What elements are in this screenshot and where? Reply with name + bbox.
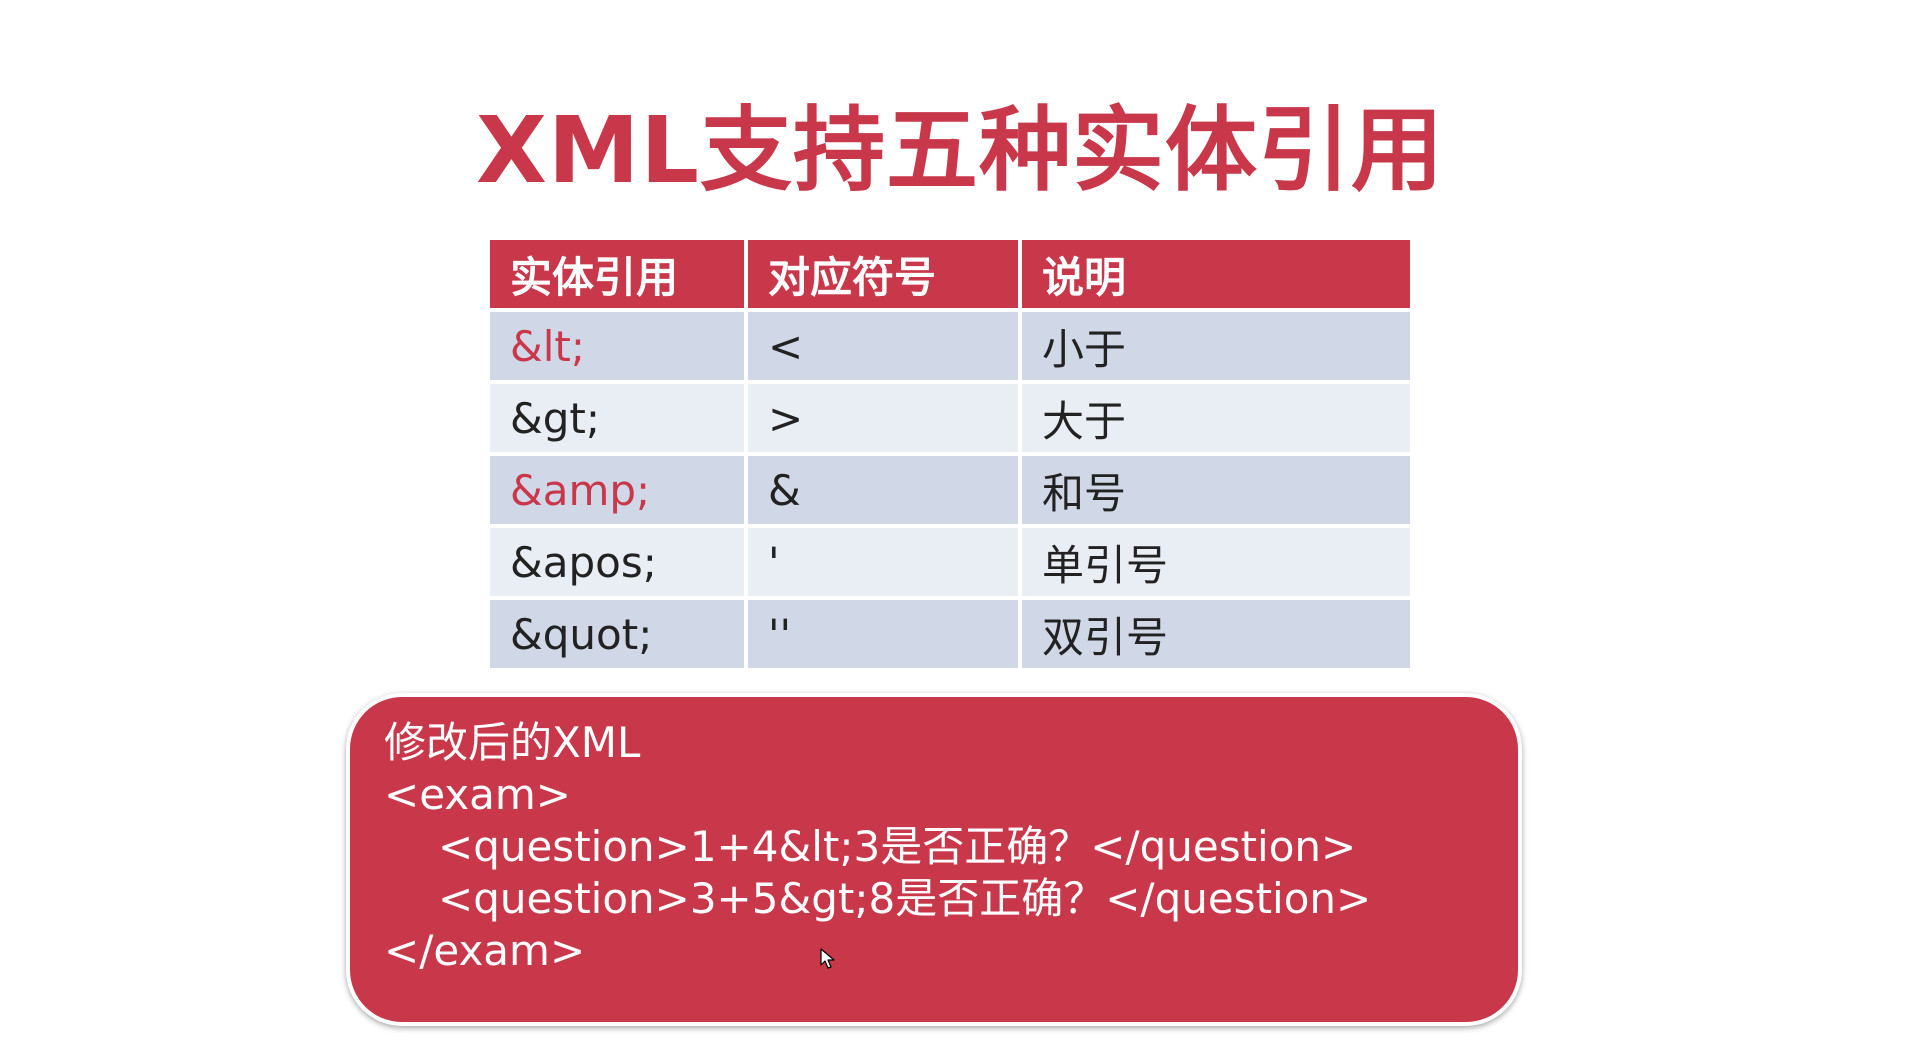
code-line-exam-open: <exam> [384, 770, 571, 819]
column-header-symbol: 对应符号 [748, 240, 1022, 312]
table-row: &gt; > 大于 [490, 384, 1410, 456]
table-row: &lt; < 小于 [490, 312, 1410, 384]
description-cell: 大于 [1022, 384, 1410, 456]
description-cell: 小于 [1022, 312, 1410, 384]
entity-cell: &apos; [490, 528, 748, 600]
entity-cell: &gt; [490, 384, 748, 456]
code-line-question-1: <question>1+4&lt;3是否正确？</question> [438, 822, 1357, 871]
entity-cell: &amp; [490, 456, 748, 528]
description-cell: 单引号 [1022, 528, 1410, 600]
mouse-pointer-icon [820, 948, 835, 969]
table-row: &quot; '' 双引号 [490, 600, 1410, 672]
code-line-exam-close: </exam> [384, 926, 586, 975]
slide-title: XML支持五种实体引用 [475, 97, 1445, 204]
entity-reference-table: 实体引用 对应符号 说明 &lt; < 小于 &gt; > 大于 &amp; &… [490, 240, 1410, 672]
code-line-question-2: <question>3+5&gt;8是否正确？</question> [438, 874, 1372, 923]
symbol-cell: > [748, 384, 1022, 456]
entity-cell: &quot; [490, 600, 748, 672]
modified-xml-example-box: 修改后的XML <exam> <question>1+4&lt;3是否正确？</… [350, 697, 1518, 1022]
table-header-row: 实体引用 对应符号 说明 [490, 240, 1410, 312]
table-row: &apos; ' 单引号 [490, 528, 1410, 600]
description-cell: 和号 [1022, 456, 1410, 528]
column-header-entity: 实体引用 [490, 240, 748, 312]
description-cell: 双引号 [1022, 600, 1410, 672]
table-row: &amp; & 和号 [490, 456, 1410, 528]
symbol-cell: '' [748, 600, 1022, 672]
code-box-heading: 修改后的XML [384, 718, 641, 767]
symbol-cell: ' [748, 528, 1022, 600]
symbol-cell: & [748, 456, 1022, 528]
entity-cell: &lt; [490, 312, 748, 384]
column-header-description: 说明 [1022, 240, 1410, 312]
symbol-cell: < [748, 312, 1022, 384]
